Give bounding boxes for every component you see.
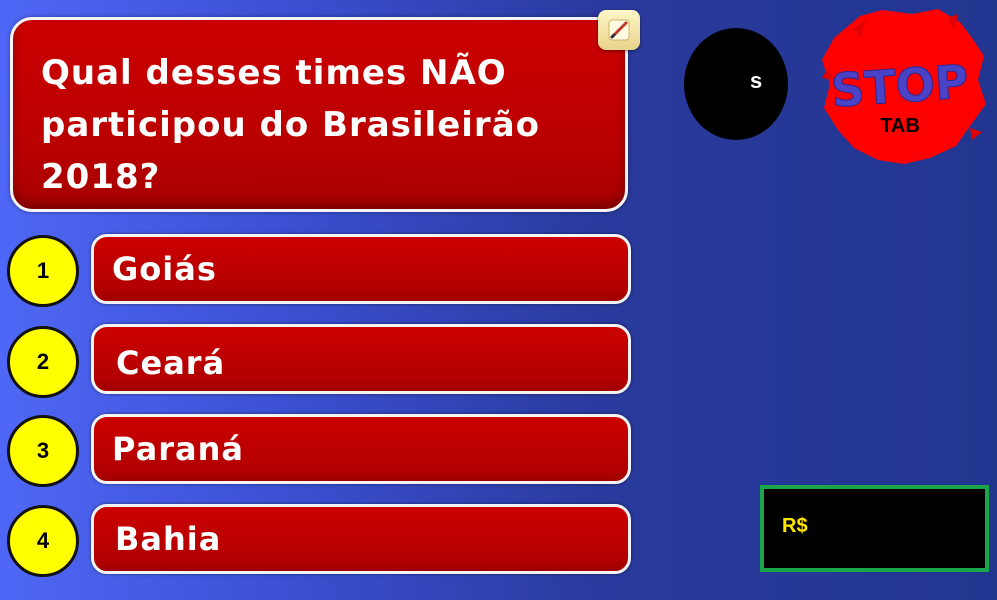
answer-label: Ceará bbox=[116, 344, 226, 382]
pencil-icon bbox=[608, 19, 630, 41]
answer-label: Paraná bbox=[112, 430, 244, 468]
answer-option-1[interactable]: Goiás bbox=[91, 234, 631, 304]
answer-option-3[interactable]: Paraná bbox=[91, 414, 631, 484]
prize-label: R$ bbox=[782, 515, 808, 537]
stop-sign-icon: STOP bbox=[822, 9, 986, 164]
question-panel: Qual desses times NÃO participou do Bras… bbox=[10, 17, 628, 212]
prize-display: R$ bbox=[760, 485, 989, 572]
answer-number-4: 4 bbox=[7, 505, 79, 577]
answer-label: Bahia bbox=[115, 520, 222, 558]
answer-number-2: 2 bbox=[7, 326, 79, 398]
stop-button[interactable]: STOP TAB bbox=[820, 8, 990, 168]
stop-title: STOP bbox=[829, 54, 970, 117]
timer-circle: s bbox=[684, 28, 788, 140]
question-text: Qual desses times NÃO participou do Bras… bbox=[41, 53, 540, 197]
answer-number-1: 1 bbox=[7, 235, 79, 307]
answer-option-2[interactable]: Ceará bbox=[91, 324, 631, 394]
answer-option-4[interactable]: Bahia bbox=[91, 504, 631, 574]
timer-text: s bbox=[750, 68, 763, 93]
answer-number-3: 3 bbox=[7, 415, 79, 487]
answer-label: Goiás bbox=[112, 250, 217, 288]
stop-key-hint: TAB bbox=[880, 115, 920, 137]
edit-button[interactable] bbox=[598, 10, 640, 50]
